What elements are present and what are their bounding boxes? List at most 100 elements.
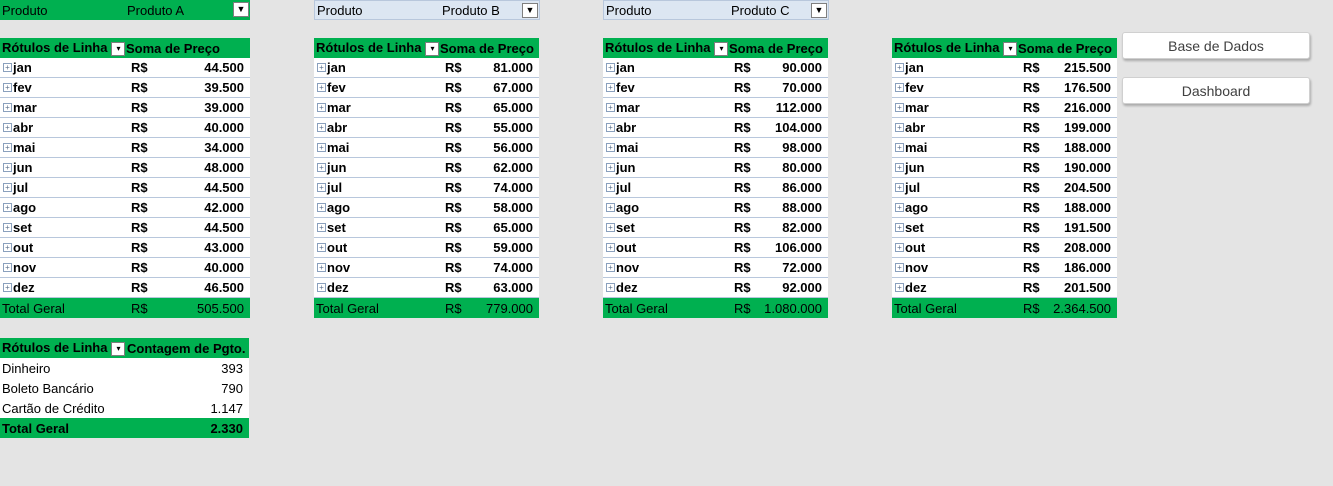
dropdown-icon[interactable]: ▾	[1003, 41, 1018, 56]
expand-icon[interactable]: +	[606, 143, 615, 152]
expand-icon[interactable]: +	[606, 63, 615, 72]
total-row: Total Geral R$ 779.000	[314, 298, 539, 318]
expand-icon[interactable]: +	[317, 163, 326, 172]
table-row: + nov R$ 40.000	[0, 258, 250, 278]
expand-icon[interactable]: +	[317, 243, 326, 252]
expand-icon[interactable]: +	[317, 143, 326, 152]
month-label: jul	[13, 180, 29, 195]
expand-icon[interactable]: +	[317, 83, 326, 92]
filter-dropdown-icon[interactable]: ▼	[811, 3, 827, 18]
month-label: mai	[905, 140, 928, 155]
currency-label: R$	[1023, 80, 1040, 95]
row-labels-header[interactable]: Rótulos de Linha ▾	[603, 40, 729, 56]
expand-icon[interactable]: +	[606, 163, 615, 172]
expand-icon[interactable]: +	[895, 63, 904, 72]
month-label: dez	[327, 280, 349, 295]
total-label: Total Geral	[2, 420, 69, 436]
price-value: 44.500	[204, 180, 244, 195]
expand-icon[interactable]: +	[317, 103, 326, 112]
table-row: + ago R$ 58.000	[314, 198, 539, 218]
table-row: Boleto Bancário 790	[0, 378, 249, 398]
price-value: 48.000	[204, 160, 244, 175]
expand-icon[interactable]: +	[895, 103, 904, 112]
currency-label: R$	[131, 200, 148, 215]
expand-icon[interactable]: +	[606, 203, 615, 212]
expand-icon[interactable]: +	[895, 203, 904, 212]
expand-icon[interactable]: +	[895, 183, 904, 192]
filter-dropdown-icon[interactable]: ▼	[522, 3, 538, 18]
expand-icon[interactable]: +	[3, 123, 12, 132]
total-value: 2.364.500	[1053, 300, 1111, 316]
expand-icon[interactable]: +	[606, 103, 615, 112]
expand-icon[interactable]: +	[895, 223, 904, 232]
row-labels-header[interactable]: Rótulos de Linha ▾	[0, 340, 126, 356]
base-de-dados-button[interactable]: Base de Dados	[1122, 32, 1310, 59]
month-label: jan	[13, 60, 32, 75]
filter-dropdown-icon[interactable]: ▼	[233, 2, 249, 17]
expand-icon[interactable]: +	[895, 283, 904, 292]
dashboard-button[interactable]: Dashboard	[1122, 77, 1310, 104]
month-label: jul	[905, 180, 921, 195]
table-row: + jul R$ 44.500	[0, 178, 250, 198]
table-row: + jun R$ 80.000	[603, 158, 828, 178]
expand-icon[interactable]: +	[317, 263, 326, 272]
currency-label: R$	[1023, 120, 1040, 135]
expand-icon[interactable]: +	[895, 243, 904, 252]
row-labels-header[interactable]: Rótulos de Linha ▾	[0, 40, 126, 56]
month-label: dez	[616, 280, 638, 295]
expand-icon[interactable]: +	[895, 123, 904, 132]
pivot-header: Rótulos de Linha ▾ Soma de Preço	[603, 38, 828, 58]
expand-icon[interactable]: +	[895, 143, 904, 152]
expand-icon[interactable]: +	[317, 283, 326, 292]
dropdown-icon[interactable]: ▾	[425, 41, 440, 56]
expand-icon[interactable]: +	[317, 63, 326, 72]
price-value: 43.000	[204, 240, 244, 255]
expand-icon[interactable]: +	[3, 283, 12, 292]
expand-icon[interactable]: +	[317, 203, 326, 212]
expand-icon[interactable]: +	[3, 263, 12, 272]
month-label: mar	[616, 100, 640, 115]
expand-icon[interactable]: +	[3, 83, 12, 92]
expand-icon[interactable]: +	[606, 283, 615, 292]
expand-icon[interactable]: +	[895, 83, 904, 92]
dropdown-icon[interactable]: ▾	[111, 41, 126, 56]
total-label: Total Geral	[2, 300, 65, 316]
dropdown-icon[interactable]: ▾	[714, 41, 729, 56]
expand-icon[interactable]: +	[3, 103, 12, 112]
row-labels-header[interactable]: Rótulos de Linha ▾	[314, 40, 440, 56]
month-label: ago	[616, 200, 640, 215]
month-label: fev	[905, 80, 924, 95]
expand-icon[interactable]: +	[606, 123, 615, 132]
row-labels-header[interactable]: Rótulos de Linha ▾	[892, 40, 1018, 56]
expand-icon[interactable]: +	[317, 223, 326, 232]
currency-label: R$	[445, 160, 462, 175]
price-value: 188.000	[1064, 140, 1111, 155]
table-row: + dez R$ 46.500	[0, 278, 250, 298]
expand-icon[interactable]: +	[3, 243, 12, 252]
expand-icon[interactable]: +	[606, 183, 615, 192]
expand-icon[interactable]: +	[3, 183, 12, 192]
expand-icon[interactable]: +	[3, 223, 12, 232]
filter-produto-c: Produto Produto C ▼	[603, 0, 829, 20]
month-label: set	[13, 220, 32, 235]
expand-icon[interactable]: +	[3, 203, 12, 212]
currency-label: R$	[1023, 100, 1040, 115]
month-label: abr	[327, 120, 348, 135]
expand-icon[interactable]: +	[895, 263, 904, 272]
expand-icon[interactable]: +	[895, 163, 904, 172]
expand-icon[interactable]: +	[606, 243, 615, 252]
expand-icon[interactable]: +	[606, 223, 615, 232]
month-label: out	[327, 240, 348, 255]
price-value: 62.000	[493, 160, 533, 175]
expand-icon[interactable]: +	[3, 143, 12, 152]
sort-dropdown-icon[interactable]: ▾	[111, 341, 126, 356]
expand-icon[interactable]: +	[606, 83, 615, 92]
expand-icon[interactable]: +	[317, 183, 326, 192]
expand-icon[interactable]: +	[606, 263, 615, 272]
expand-icon[interactable]: +	[317, 123, 326, 132]
month-label: set	[905, 220, 924, 235]
price-value: 40.000	[204, 120, 244, 135]
expand-icon[interactable]: +	[3, 63, 12, 72]
price-value: 34.000	[204, 140, 244, 155]
expand-icon[interactable]: +	[3, 163, 12, 172]
